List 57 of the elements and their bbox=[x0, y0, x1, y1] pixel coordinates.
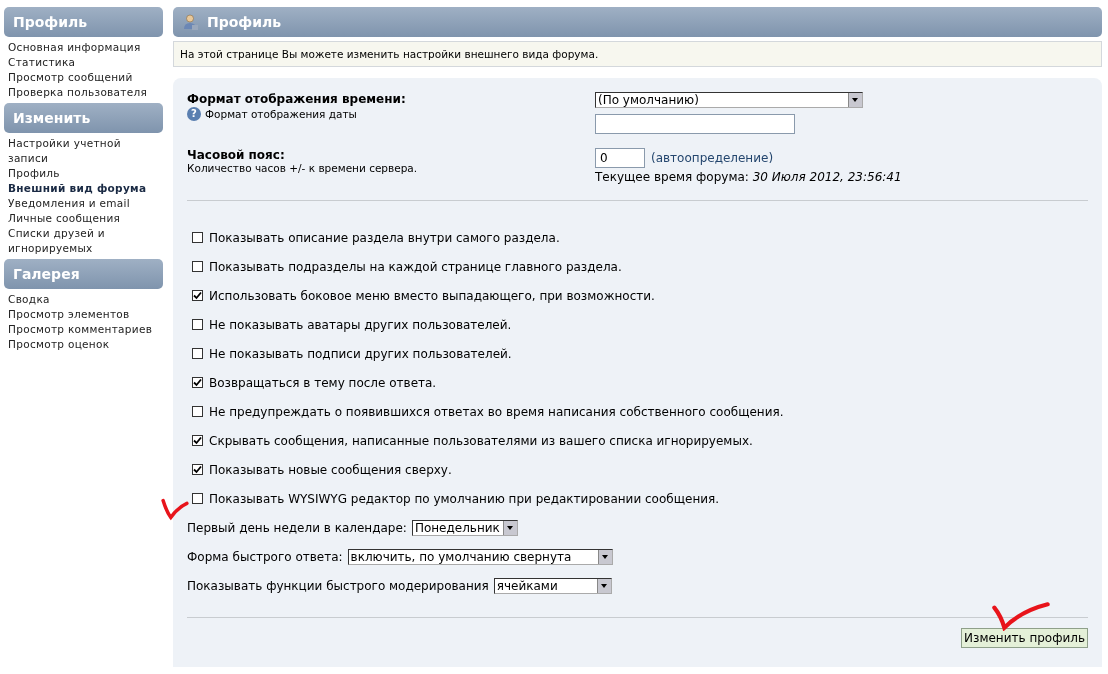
field-label: Формат отображения времени: bbox=[187, 92, 407, 106]
checkbox[interactable] bbox=[192, 493, 203, 504]
checkbox[interactable] bbox=[192, 406, 203, 417]
sidebar-link[interactable]: Просмотр комментариев bbox=[8, 322, 163, 337]
submit-button[interactable]: Изменить профиль bbox=[961, 628, 1088, 648]
option-label: Показывать новые сообщения сверху. bbox=[209, 462, 452, 477]
select-dropdown[interactable]: включить, по умолчанию свернута bbox=[347, 548, 613, 565]
option-label: Использовать боковое меню вместо выпадающего, при возможности. bbox=[209, 288, 655, 303]
sidebar-section-header: Профиль bbox=[4, 7, 163, 37]
timezone-input[interactable]: 0 bbox=[595, 148, 645, 168]
option-label: Скрывать сообщения, написанные пользователями из вашего списка игнорируемых. bbox=[209, 433, 753, 448]
checkbox[interactable] bbox=[192, 290, 203, 301]
help-icon[interactable]: ? bbox=[187, 107, 201, 121]
checkbox[interactable] bbox=[192, 348, 203, 359]
hint-text: Количество часов +/- к времени сервера. bbox=[187, 162, 419, 174]
option-label: Возвращаться в тему после ответа. bbox=[209, 375, 437, 390]
page-title: Профиль bbox=[207, 14, 282, 30]
field-label: Показывать функции быстрого модерирования bbox=[187, 578, 489, 593]
current-time-text: Текущее время форума: 30 Июля 2012, 23:56:41 bbox=[595, 170, 902, 184]
checkbox[interactable] bbox=[192, 319, 203, 330]
sidebar-link[interactable]: Сводка bbox=[8, 292, 163, 307]
checkbox[interactable] bbox=[192, 377, 203, 388]
sidebar-link[interactable]: Просмотр сообщений bbox=[8, 70, 163, 85]
field-label: Часовой пояс: bbox=[187, 148, 286, 162]
sidebar-section-header: Изменить bbox=[4, 103, 163, 133]
field-label: Первый день недели в календаре: bbox=[187, 520, 407, 535]
option-label: Не показывать аватары других пользователей. bbox=[209, 317, 512, 332]
hint-text: Формат отображения даты bbox=[205, 108, 357, 120]
sidebar-link[interactable]: Внешний вид форума bbox=[8, 181, 163, 196]
checkbox[interactable] bbox=[192, 464, 203, 475]
option-label: Показывать подразделы на каждой странице главного раздела. bbox=[209, 259, 622, 274]
sidebar-link[interactable]: Списки друзей и игнорируемых bbox=[8, 226, 163, 256]
sidebar-link[interactable]: Просмотр элементов bbox=[8, 307, 163, 322]
format-select[interactable]: (По умолчанию) bbox=[595, 92, 863, 108]
sidebar-link[interactable]: Профиль bbox=[8, 166, 163, 181]
sidebar-link[interactable]: Уведомления и email bbox=[8, 196, 163, 211]
option-label: Показывать WYSIWYG редактор по умолчанию при редактировании сообщения. bbox=[209, 491, 720, 506]
option-label: Показывать описание раздела внутри самого раздела. bbox=[209, 230, 560, 245]
sidebar-link[interactable]: Личные сообщения bbox=[8, 211, 163, 226]
checkbox[interactable] bbox=[192, 435, 203, 446]
checkbox[interactable] bbox=[192, 232, 203, 243]
select-dropdown[interactable]: ячейками bbox=[493, 577, 612, 594]
user-icon bbox=[184, 14, 198, 30]
select-dropdown[interactable]: Понедельник bbox=[411, 519, 518, 536]
sidebar-link[interactable]: Просмотр оценок bbox=[8, 337, 163, 352]
option-label: Не предупреждать о появившихся ответах во время написания собственного сообщения. bbox=[209, 404, 784, 419]
info-text: На этой странице Вы можете изменить настройки внешнего вида форума. bbox=[173, 41, 1102, 67]
sidebar-link[interactable]: Основная информация bbox=[8, 40, 163, 55]
date-format-input[interactable] bbox=[595, 114, 795, 134]
auto-detect-link[interactable]: (автоопределение) bbox=[651, 151, 774, 165]
checkbox[interactable] bbox=[192, 261, 203, 272]
field-label: Форма быстрого ответа: bbox=[187, 549, 343, 564]
sidebar-section-header: Галерея bbox=[4, 259, 163, 289]
sidebar-link[interactable]: Проверка пользователя bbox=[8, 85, 163, 100]
sidebar-link[interactable]: Настройки учетной записи bbox=[8, 136, 163, 166]
option-label: Не показывать подписи других пользователей. bbox=[209, 346, 512, 361]
sidebar-link[interactable]: Статистика bbox=[8, 55, 163, 70]
